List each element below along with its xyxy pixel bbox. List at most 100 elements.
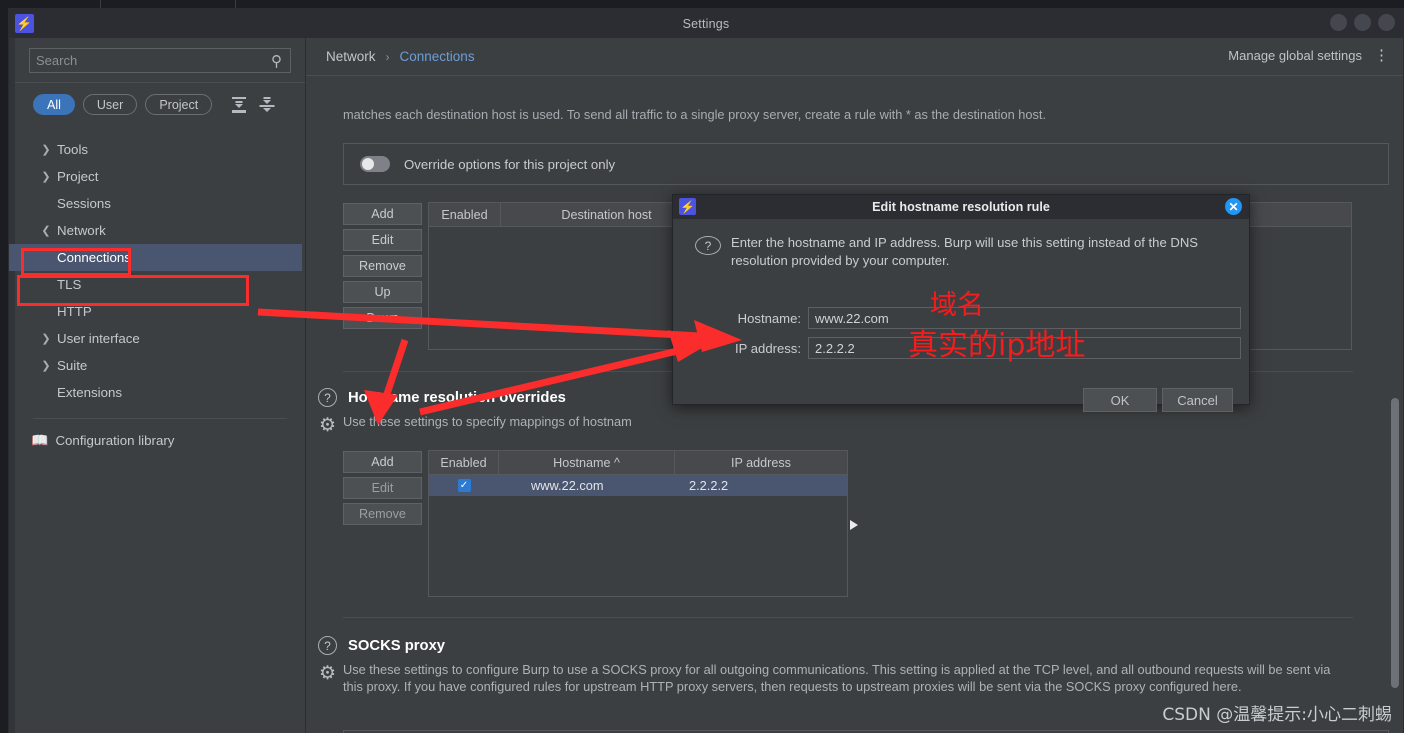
close-icon[interactable]: ✕ xyxy=(1225,198,1242,215)
upstream-override-toggle[interactable] xyxy=(360,156,390,172)
desktop-divider xyxy=(100,0,101,8)
column-header-ip-address[interactable]: IP address xyxy=(675,451,847,474)
upstream-down-button[interactable]: Down xyxy=(343,307,422,329)
column-header-enabled[interactable]: Enabled xyxy=(429,451,499,474)
gear-icon[interactable]: ⚙ xyxy=(319,416,336,435)
cancel-button[interactable]: Cancel xyxy=(1162,388,1233,412)
maximize-button[interactable] xyxy=(1354,14,1371,31)
breadcrumb-separator-icon: › xyxy=(385,49,390,64)
sidebar-item-label: Configuration library xyxy=(55,432,175,448)
sidebar-item-http[interactable]: HTTP xyxy=(9,298,305,325)
socks-section-header: ? SOCKS proxy xyxy=(318,636,445,655)
sidebar-item-label: Project xyxy=(57,169,99,184)
table-row[interactable]: ✓ www.22.com 2.2.2.2 xyxy=(429,475,847,496)
sidebar-item-tls[interactable]: TLS xyxy=(9,271,305,298)
sidebar-divider xyxy=(33,418,287,419)
filter-pill-all[interactable]: All xyxy=(33,94,75,115)
checkbox-checked-icon[interactable]: ✓ xyxy=(457,479,471,492)
tree-tool-icons xyxy=(230,96,276,114)
hostname-edit-button[interactable]: Edit xyxy=(343,477,422,499)
sidebar-item-label: User interface xyxy=(57,331,140,346)
upstream-override-panel: Override options for this project only xyxy=(343,143,1389,185)
question-icon: ? xyxy=(695,236,721,255)
sidebar-item-project[interactable]: ❯ Project xyxy=(9,163,305,190)
sidebar-search-area: ⚲ xyxy=(9,38,305,83)
burp-logo-icon: ⚡ xyxy=(15,14,34,33)
hostname-add-button[interactable]: Add xyxy=(343,451,422,473)
upstream-edit-button[interactable]: Edit xyxy=(343,229,422,251)
row-ip-cell: 2.2.2.2 xyxy=(689,478,729,493)
hostname-section-header: ? Hostname resolution overrides xyxy=(318,388,566,407)
sidebar-item-label: Suite xyxy=(57,358,88,373)
ok-button[interactable]: OK xyxy=(1083,388,1157,412)
chevron-right-icon: ❯ xyxy=(41,171,51,183)
breadcrumb: Network › Connections Manage global sett… xyxy=(306,38,1403,76)
sidebar-item-label: TLS xyxy=(57,277,82,292)
manage-global-settings-label: Manage global settings xyxy=(1228,48,1362,63)
hostname-button-column: Add Edit Remove xyxy=(343,451,422,525)
manage-global-settings-button[interactable]: Manage global settings ⋮ xyxy=(1228,48,1389,63)
question-icon[interactable]: ? xyxy=(318,388,337,407)
sidebar-item-extensions[interactable]: Extensions xyxy=(9,379,305,406)
upstream-override-row: Override options for this project only xyxy=(344,144,1388,184)
close-button[interactable] xyxy=(1378,14,1395,31)
section-divider xyxy=(343,617,1353,618)
sidebar-item-user-interface[interactable]: ❯ User interface xyxy=(9,325,305,352)
sidebar-item-label: HTTP xyxy=(57,304,92,319)
upstream-up-button[interactable]: Up xyxy=(343,281,422,303)
screen-root: ⚡ Settings ⚲ All User xyxy=(0,0,1404,733)
sidebar-item-connections[interactable]: Connections xyxy=(9,244,302,271)
upstream-button-column: Add Edit Remove Up Down xyxy=(343,203,422,329)
gear-icon[interactable]: ⚙ xyxy=(319,664,336,683)
desktop-divider xyxy=(235,0,236,8)
hostname-section-description: Use these settings to specify mappings o… xyxy=(343,414,632,429)
question-icon[interactable]: ? xyxy=(318,636,337,655)
hostname-table-header: Enabled Hostname ^ IP address xyxy=(429,451,847,475)
hostname-override-table[interactable]: Enabled Hostname ^ IP address ✓ www.22.c… xyxy=(428,450,848,597)
breadcrumb-parent[interactable]: Network xyxy=(326,49,376,64)
chevron-down-icon: ❮ xyxy=(41,225,51,237)
annotation-domain-cn: 域名 xyxy=(930,290,984,321)
upstream-add-button[interactable]: Add xyxy=(343,203,422,225)
filter-pill-user[interactable]: User xyxy=(82,94,138,115)
expand-triangle-icon[interactable] xyxy=(850,520,858,530)
ip-field-label: IP address: xyxy=(735,340,801,356)
sidebar-item-label: Sessions xyxy=(57,196,111,211)
dialog-title: Edit hostname resolution rule xyxy=(872,200,1050,214)
vertical-scrollbar[interactable] xyxy=(1391,398,1399,688)
search-box[interactable]: ⚲ xyxy=(29,48,291,73)
hostname-remove-button[interactable]: Remove xyxy=(343,503,422,525)
chevron-right-icon: ❯ xyxy=(41,144,51,156)
chevron-right-icon: ❯ xyxy=(41,360,51,372)
library-icon: 📖 xyxy=(31,431,49,448)
search-input[interactable] xyxy=(36,53,284,68)
socks-section-title: SOCKS proxy xyxy=(348,637,446,654)
filter-pill-project[interactable]: Project xyxy=(145,94,213,115)
search-icon: ⚲ xyxy=(271,53,282,70)
sidebar-item-label: Tools xyxy=(57,142,89,157)
sidebar-item-configuration-library[interactable]: 📖 Configuration library xyxy=(9,425,305,455)
sidebar-item-network[interactable]: ❮ Network xyxy=(9,217,305,244)
collapse-all-icon[interactable] xyxy=(258,96,276,114)
kebab-menu-icon[interactable]: ⋮ xyxy=(1374,48,1389,63)
minimize-button[interactable] xyxy=(1330,14,1347,31)
column-header-enabled[interactable]: Enabled xyxy=(429,203,501,226)
sidebar-item-sessions[interactable]: Sessions xyxy=(9,190,305,217)
window-controls[interactable] xyxy=(1330,14,1395,31)
hostname-field-label: Hostname: xyxy=(737,310,801,326)
sidebar-item-tools[interactable]: ❯ Tools xyxy=(9,136,305,163)
column-header-hostname[interactable]: Hostname ^ xyxy=(499,451,675,474)
upstream-remove-button[interactable]: Remove xyxy=(343,255,422,277)
sidebar-item-label: Network xyxy=(57,223,106,238)
row-enabled-cell[interactable]: ✓ xyxy=(429,475,499,496)
hostname-section-title: Hostname resolution overrides xyxy=(348,389,566,406)
annotation-real-ip-cn: 真实的ip地址 xyxy=(908,328,1086,363)
expand-all-icon[interactable] xyxy=(230,96,248,114)
breadcrumb-current: Connections xyxy=(399,49,475,64)
sidebar-item-suite[interactable]: ❯ Suite xyxy=(9,352,305,379)
row-hostname-cell: www.22.com xyxy=(531,478,604,493)
settings-sidebar: ⚲ All User Project xyxy=(9,38,306,733)
settings-tree: ❯ Tools ❯ Project Sessions ❮ Network Con… xyxy=(9,126,305,455)
burp-logo-icon: ⚡ xyxy=(679,198,696,215)
window-title: Settings xyxy=(682,16,730,31)
